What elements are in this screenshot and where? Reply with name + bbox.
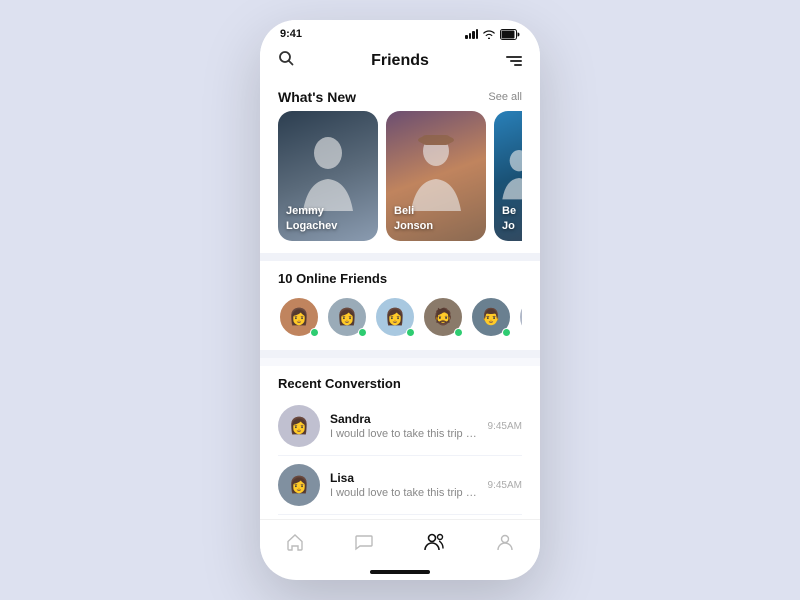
chat-icon (354, 532, 374, 552)
online-avatar-6[interactable]: 👤 (518, 296, 522, 338)
divider-1 (260, 253, 540, 261)
signal-icon (465, 29, 478, 39)
story-card-1[interactable]: JemmyLogachev (278, 111, 378, 241)
battery-icon (500, 29, 520, 40)
header: Friends (260, 44, 540, 79)
see-all-button[interactable]: See all (488, 91, 522, 103)
whats-new-header: What's New See all (260, 79, 540, 111)
conv-preview-sandra: I would love to take this trip with ... (330, 428, 478, 440)
conv-name-lisa: Lisa (330, 471, 478, 485)
conv-preview-lisa: I would love to take this trip with ... (330, 487, 478, 499)
story-card-2-label: BeliJonson (394, 204, 433, 233)
conv-time-lisa: 9:45AM (488, 480, 522, 491)
online-dot (310, 328, 319, 337)
conv-name-sandra: Sandra (330, 412, 478, 426)
conv-meta-lisa: 9:45AM (488, 480, 522, 491)
status-icons (465, 29, 520, 40)
conv-text-sandra: Sandra I would love to take this trip wi… (330, 412, 478, 440)
whats-new-title: What's New (278, 89, 356, 105)
story-card-1-label: JemmyLogachev (286, 204, 337, 233)
phone-frame: 9:41 (260, 20, 540, 580)
story-cards-scroll: JemmyLogachev BeliJonson (278, 111, 522, 241)
conv-meta-sandra: 9:45AM (488, 421, 522, 432)
conv-text-lisa: Lisa I would love to take this trip with… (330, 471, 478, 499)
search-button[interactable] (278, 50, 294, 71)
nav-chat[interactable] (344, 530, 384, 554)
content-area: What's New See all JemmyLogachev (260, 79, 540, 519)
online-dot (358, 328, 367, 337)
online-dot (502, 328, 511, 337)
nav-profile[interactable] (485, 530, 525, 554)
home-indicator (370, 570, 430, 574)
conversation-item-sandra[interactable]: 👩 Sandra I would love to take this trip … (278, 397, 522, 456)
filter-button[interactable] (506, 56, 522, 66)
conv-time-sandra: 9:45AM (488, 421, 522, 432)
divider-2 (260, 350, 540, 358)
story-card-3-label: BeJo (502, 204, 516, 233)
conversation-item-lisa[interactable]: 👩 Lisa I would love to take this trip wi… (278, 456, 522, 515)
bottom-nav (260, 519, 540, 570)
story-cards-container: JemmyLogachev BeliJonson (260, 111, 540, 253)
recent-title: Recent Converstion (278, 376, 522, 391)
status-bar: 9:41 (260, 20, 540, 44)
online-friends-title: 10 Online Friends (278, 271, 522, 286)
friends-icon (424, 532, 446, 552)
online-avatar-3[interactable]: 👩 (374, 296, 416, 338)
online-avatar-5[interactable]: 👨 (470, 296, 512, 338)
online-avatar-1[interactable]: 👩 (278, 296, 320, 338)
online-dot (406, 328, 415, 337)
recent-conversations-section: Recent Converstion 👩 Sandra I would love… (260, 366, 540, 519)
online-dot (454, 328, 463, 337)
online-friends-section: 10 Online Friends 👩 👩 👩 (260, 261, 540, 350)
online-avatars-row: 👩 👩 👩 (278, 296, 522, 338)
wifi-icon (482, 29, 496, 39)
online-avatar-4[interactable]: 🧔 (422, 296, 464, 338)
online-avatar-2[interactable]: 👩 (326, 296, 368, 338)
profile-icon (495, 532, 515, 552)
page-title: Friends (371, 52, 429, 70)
home-icon (285, 532, 305, 552)
nav-friends[interactable] (414, 530, 456, 554)
nav-home[interactable] (275, 530, 315, 554)
status-time: 9:41 (280, 28, 302, 40)
story-card-3[interactable]: BeJo (494, 111, 522, 241)
story-card-2[interactable]: BeliJonson (386, 111, 486, 241)
